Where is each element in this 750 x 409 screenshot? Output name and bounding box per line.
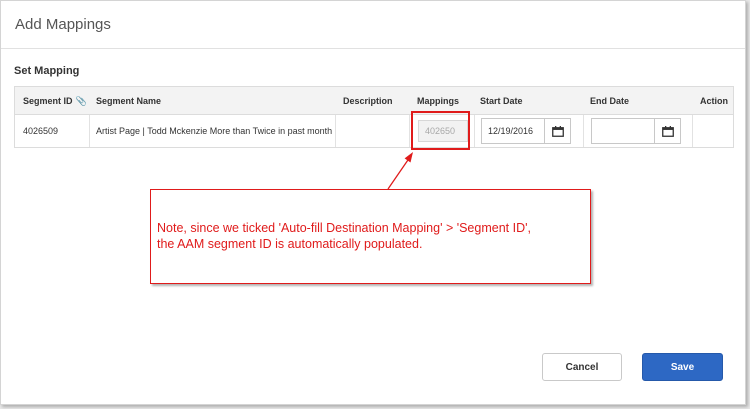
start-date-input[interactable]: 12/19/2016 xyxy=(481,118,545,144)
col-header-end-date: End Date xyxy=(590,96,630,106)
calendar-icon xyxy=(551,125,564,137)
cell-segment-name: Artist Page | Todd Mckenzie More than Tw… xyxy=(96,126,333,136)
col-header-description: Description xyxy=(343,96,393,106)
column-divider xyxy=(692,115,693,147)
cancel-button[interactable]: Cancel xyxy=(542,353,622,381)
table-row: 4026509 Artist Page | Todd Mckenzie More… xyxy=(15,115,733,147)
column-divider xyxy=(335,115,336,147)
cell-segment-id: 4026509 xyxy=(23,126,59,136)
column-divider xyxy=(89,115,90,147)
end-date-calendar-button[interactable] xyxy=(654,118,681,144)
annotation-note: Note, since we ticked 'Auto-fill Destina… xyxy=(150,189,591,284)
table-header: Segment ID 📎 Segment Name Description Map… xyxy=(15,87,733,115)
col-header-segment-name: Segment Name xyxy=(96,96,162,106)
mapping-table: Segment ID 📎 Segment Name Description Map… xyxy=(14,86,734,148)
calendar-icon xyxy=(661,125,674,137)
section-title: Set Mapping xyxy=(14,65,80,77)
end-date-input[interactable] xyxy=(591,118,655,144)
col-header-segment-id-label: Segment ID xyxy=(23,96,73,106)
start-date-calendar-button[interactable] xyxy=(544,118,571,144)
col-header-start-date: Start Date xyxy=(480,96,523,106)
annotation-line-2: the AAM segment ID is automatically popu… xyxy=(157,237,423,251)
column-divider xyxy=(583,115,584,147)
column-divider xyxy=(409,115,410,147)
dialog-header: Add Mappings xyxy=(1,1,745,49)
column-divider xyxy=(474,115,475,147)
dialog-title: Add Mappings xyxy=(15,16,111,33)
paperclip-icon: 📎 xyxy=(75,96,87,106)
mapping-highlight-box xyxy=(411,111,470,150)
save-button[interactable]: Save xyxy=(642,353,723,381)
col-header-action: Action xyxy=(700,96,728,106)
annotation-line-1: Note, since we ticked 'Auto-fill Destina… xyxy=(157,221,531,235)
col-header-segment-id[interactable]: Segment ID 📎 xyxy=(23,87,87,115)
